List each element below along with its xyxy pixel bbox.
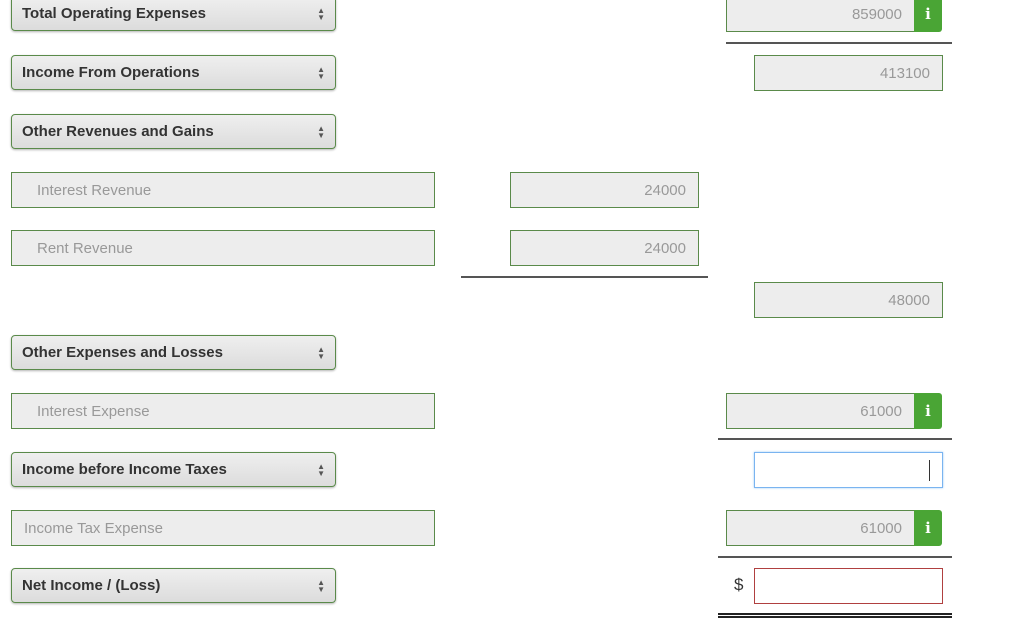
info-icon[interactable]: i (914, 510, 942, 546)
select-arrows-icon: ▲ ▼ (317, 577, 325, 594)
divider (718, 438, 952, 440)
income-tax-expense-label: Income Tax Expense (11, 510, 435, 546)
text-cursor (929, 460, 930, 481)
interest-expense-value: 61000 (726, 393, 915, 429)
divider (726, 42, 952, 44)
net-income-input[interactable] (754, 568, 943, 604)
rent-revenue-label: Rent Revenue (11, 230, 435, 266)
income-from-operations-value: 413100 (754, 55, 943, 91)
info-icon[interactable]: i (914, 393, 942, 429)
double-underline (718, 613, 952, 618)
select-arrows-icon: ▲ ▼ (317, 64, 325, 81)
select-other-expenses[interactable]: Other Expenses and Losses ▲ ▼ (11, 335, 336, 370)
select-arrows-icon: ▲ ▼ (317, 123, 325, 140)
info-icon[interactable]: i (914, 0, 942, 32)
select-total-operating-expenses[interactable]: Total Operating Expenses ▲ ▼ (11, 0, 336, 31)
select-other-revenues[interactable]: Other Revenues and Gains ▲ ▼ (11, 114, 336, 149)
select-income-before-taxes[interactable]: Income before Income Taxes ▲ ▼ (11, 452, 336, 487)
income-before-taxes-input[interactable] (754, 452, 943, 488)
income-tax-expense-value: 61000 (726, 510, 915, 546)
interest-revenue-value: 24000 (510, 172, 699, 208)
interest-expense-label: Interest Expense (11, 393, 435, 429)
interest-revenue-label: Interest Revenue (11, 172, 435, 208)
currency-symbol: $ (734, 575, 744, 594)
total-operating-expenses-value: 859000 (726, 0, 915, 32)
divider (718, 556, 952, 558)
select-arrows-icon: ▲ ▼ (317, 5, 325, 22)
rent-revenue-value: 24000 (510, 230, 699, 266)
select-net-income[interactable]: Net Income / (Loss) ▲ ▼ (11, 568, 336, 603)
select-arrows-icon: ▲ ▼ (317, 461, 325, 478)
other-revenues-total-value: 48000 (754, 282, 943, 318)
select-income-from-operations[interactable]: Income From Operations ▲ ▼ (11, 55, 336, 90)
select-arrows-icon: ▲ ▼ (317, 344, 325, 361)
divider (461, 276, 708, 278)
